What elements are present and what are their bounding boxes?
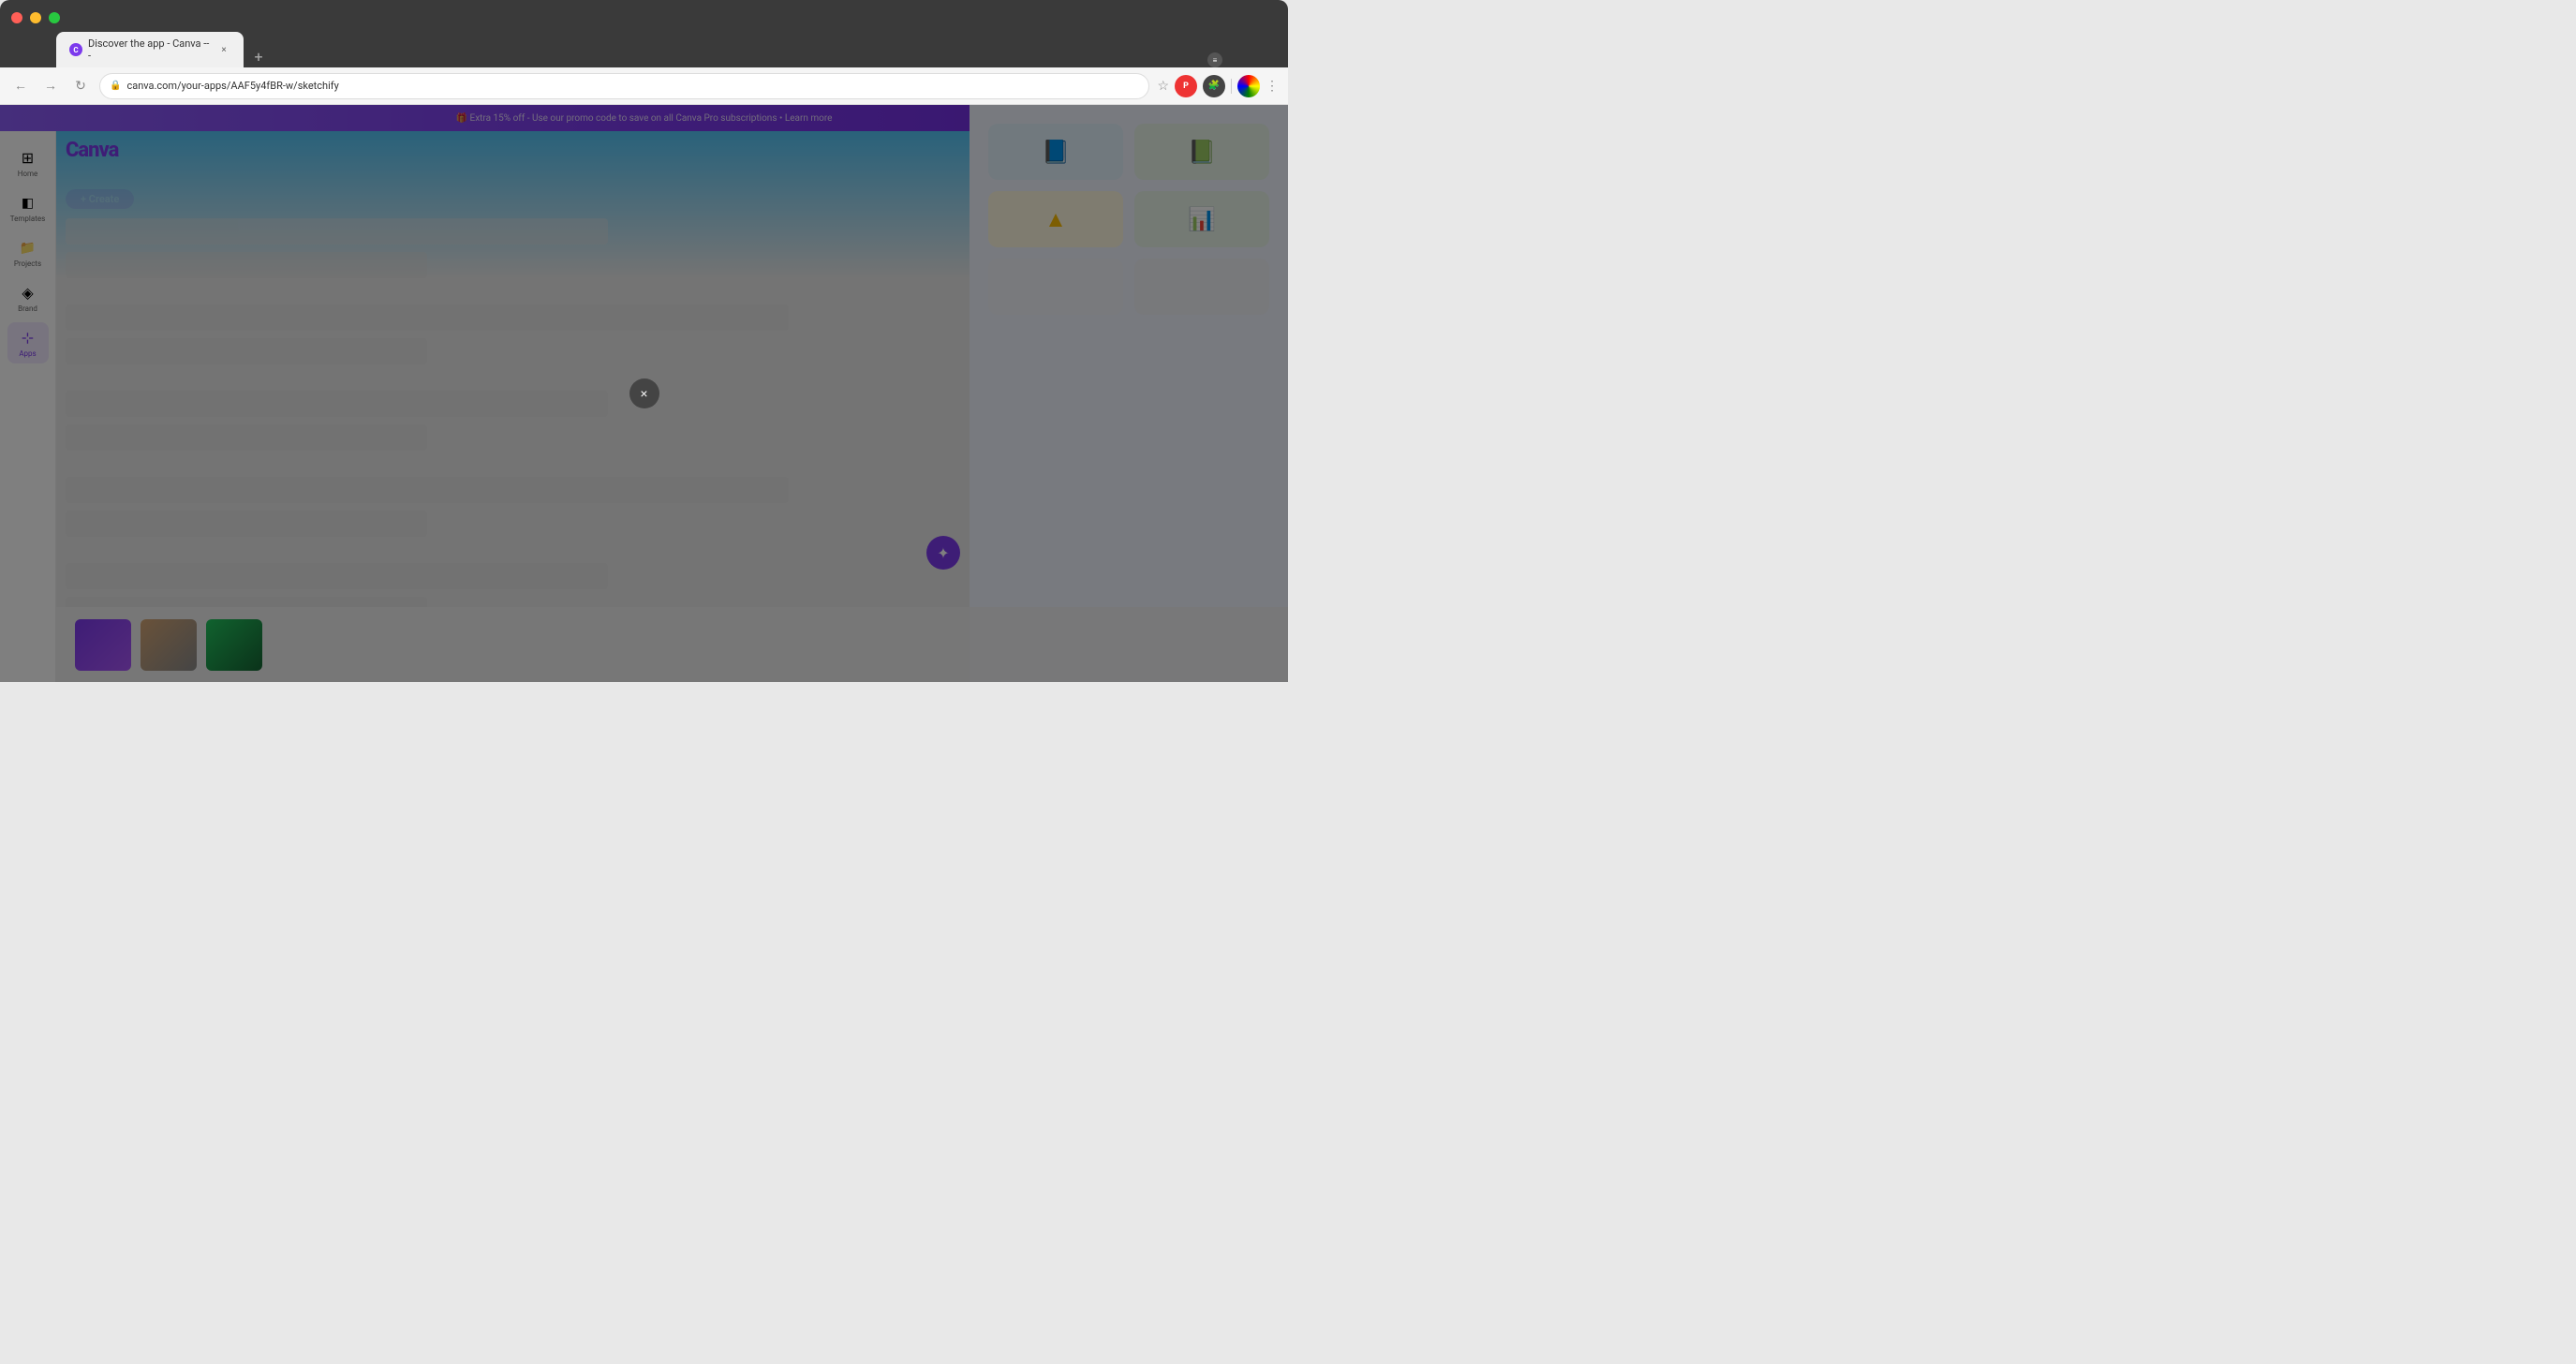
- browser-chrome: C Discover the app - Canva --- × + ≡ ← →…: [0, 0, 1288, 105]
- lock-icon: 🔒: [110, 81, 121, 91]
- browser-more-btn[interactable]: ⋮: [1266, 79, 1279, 94]
- browser-titlebar: [0, 0, 1288, 36]
- browser-menu-btn[interactable]: ≡: [1207, 52, 1222, 67]
- browser-extensions: ☆ P 🧩 ⋮: [1157, 75, 1279, 97]
- tab-favicon: C: [69, 43, 82, 56]
- modal-close-btn[interactable]: ×: [629, 378, 659, 408]
- traffic-light-close[interactable]: [11, 12, 22, 23]
- browser-addressbar: ← → ↻ 🔒 canva.com/your-apps/AAF5y4fBR-w/…: [0, 67, 1288, 105]
- tab-title: Discover the app - Canva ---: [88, 37, 212, 62]
- traffic-light-minimize[interactable]: [30, 12, 41, 23]
- address-url: canva.com/your-apps/AAF5y4fBR-w/sketchif…: [126, 80, 338, 92]
- forward-btn[interactable]: →: [39, 75, 62, 97]
- reload-btn[interactable]: ↻: [69, 75, 92, 97]
- divider: [1231, 79, 1232, 94]
- ext-icon-1[interactable]: P: [1175, 75, 1197, 97]
- address-box[interactable]: 🔒 canva.com/your-apps/AAF5y4fBR-w/sketch…: [99, 73, 1149, 99]
- avatar-icon[interactable]: [1237, 75, 1260, 97]
- back-btn[interactable]: ←: [9, 75, 32, 97]
- browser-tab-active[interactable]: C Discover the app - Canva --- ×: [56, 32, 244, 67]
- bookmark-icon[interactable]: ☆: [1157, 79, 1169, 94]
- traffic-light-maximize[interactable]: [49, 12, 60, 23]
- canva-background: 🎁 Extra 15% off - Use our promo code to …: [0, 105, 1288, 682]
- browser-tabs: C Discover the app - Canva --- × + ≡: [0, 36, 1288, 67]
- ext-icon-puzzle[interactable]: 🧩: [1203, 75, 1225, 97]
- tab-close-btn[interactable]: ×: [217, 43, 230, 56]
- add-tab-btn[interactable]: +: [247, 45, 270, 67]
